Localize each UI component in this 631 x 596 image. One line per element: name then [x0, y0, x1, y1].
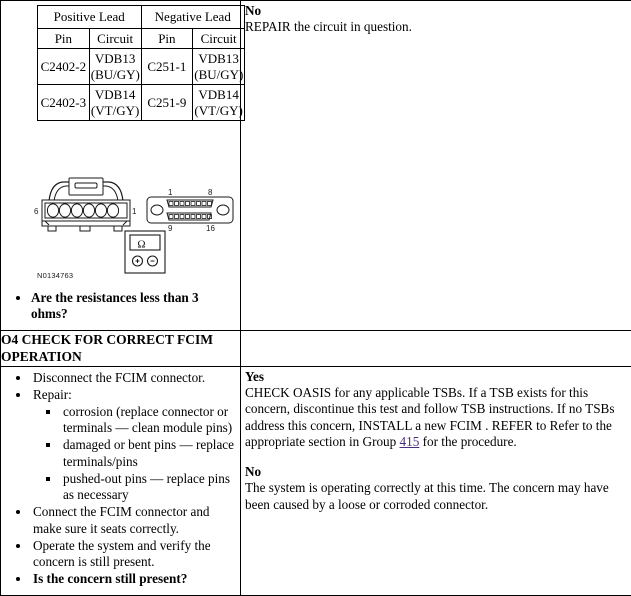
- repair-sub-corrosion: corrosion (replace connector or terminal…: [61, 404, 234, 436]
- positive-pin-header: Pin: [37, 27, 90, 49]
- cell-r0-c1: VDB13 (BU/GY): [88, 48, 142, 85]
- step-03-result-no-label: No: [245, 3, 262, 18]
- right-connector-icon: [146, 196, 234, 224]
- step-04-repair-sublist: corrosion (replace connector or terminal…: [33, 404, 234, 503]
- step-04-bullet-connect: Connect the FCIM connector and make sure…: [31, 504, 234, 536]
- step-04-question: Is the concern still present?: [31, 571, 234, 587]
- cell-r0-c2: C251-1: [140, 48, 194, 85]
- cell-r1-c2: C251-9: [140, 84, 194, 121]
- pin-table-sub-header-row: Pin Circuit Pin Circuit: [37, 27, 245, 49]
- negative-pin-header: Pin: [140, 27, 194, 49]
- step-04-yes-text-after: for the procedure.: [419, 434, 517, 450]
- cell-r1-c3: VDB14 (VT/GY): [192, 84, 245, 121]
- right-connector-pin1-label: 1: [168, 188, 173, 197]
- step-03-result-no-text: REPAIR the circuit in question.: [245, 19, 412, 35]
- step-04-steps: Disconnect the FCIM connector. Repair: c…: [1, 367, 240, 593]
- pin-reference-table-wrapper: Positive Lead Negative Lead Pin Circuit …: [1, 1, 245, 121]
- right-connector-pin16-label: 16: [206, 224, 215, 233]
- step-04-repair-label: Repair:: [33, 386, 72, 402]
- step-03-result-cell: No REPAIR the circuit in question.: [240, 0, 631, 332]
- repair-sub-bent-pins: damaged or bent pins — replace terminals…: [61, 437, 234, 469]
- step-04-header-spacer: [240, 330, 631, 367]
- cell-r1-c1: VDB14 (VT/GY): [88, 84, 142, 121]
- pin-reference-table: Positive Lead Negative Lead Pin Circuit …: [37, 5, 245, 121]
- right-connector-pin8-label: 8: [208, 188, 213, 197]
- left-connector-pin6-label: 6: [34, 207, 39, 216]
- step-03-question-list: Are the resistances less than 3 ohms?: [1, 290, 234, 322]
- cell-r0-c3: VDB13 (BU/GY): [192, 48, 245, 85]
- step-03-question-block: Are the resistances less than 3 ohms?: [1, 287, 240, 326]
- pin-table-row: C2402-3 VDB14 (VT/GY) C251-9 VDB14 (VT/G…: [37, 84, 245, 121]
- figure-id-label: N0134763: [37, 271, 74, 280]
- test-row-step-04-header: O4 CHECK FOR CORRECT FCIM OPERATION: [0, 330, 631, 367]
- step-04-result-yes-label: Yes: [245, 368, 265, 384]
- step-04-bullet-repair: Repair: corrosion (replace connector or …: [31, 387, 234, 503]
- ohmmeter-icon: [124, 230, 166, 274]
- left-connector-pin1-label: 1: [132, 207, 137, 216]
- right-connector-pin9-label: 9: [168, 224, 173, 233]
- step-04-header: O4 CHECK FOR CORRECT FCIM OPERATION: [0, 330, 241, 367]
- connector-diagram-svg: 6 1 1 8 9 16 Ω: [34, 177, 234, 274]
- pin-table-group-header-row: Positive Lead Negative Lead: [37, 5, 245, 29]
- cell-r1-c0: C2402-3: [37, 84, 90, 121]
- step-03-question: Are the resistances less than 3 ohms?: [31, 290, 234, 322]
- step-04-result-yes-text: CHECK OASIS for any applicable TSBs. If …: [245, 385, 625, 451]
- test-row-step-03: Positive Lead Negative Lead Pin Circuit …: [0, 0, 631, 332]
- step-04-results: Yes CHECK OASIS for any applicable TSBs.…: [241, 367, 631, 517]
- positive-lead-header: Positive Lead: [37, 5, 142, 29]
- cell-r0-c0: C2402-2: [37, 48, 90, 85]
- step-04-result-no-label: No: [245, 463, 262, 479]
- step-04-result-no-text: The system is operating correctly at thi…: [245, 480, 609, 512]
- step-04-result-cell: Yes CHECK OASIS for any applicable TSBs.…: [240, 365, 631, 596]
- left-connector-icon: [41, 177, 131, 232]
- negative-lead-header: Negative Lead: [140, 5, 245, 29]
- pinpoint-test-page: Positive Lead Negative Lead Pin Circuit …: [0, 0, 631, 596]
- step-03-result-no: No REPAIR the circuit in question.: [245, 3, 625, 36]
- step-04-result-no: No The system is operating correctly at …: [245, 464, 625, 513]
- step-03-procedure-cell: Positive Lead Negative Lead Pin Circuit …: [0, 0, 245, 332]
- step-04-bullet-disconnect: Disconnect the FCIM connector.: [31, 370, 234, 386]
- repair-sub-pushed-out-pins: pushed-out pins — replace pins as necess…: [61, 471, 234, 503]
- step-04-bullet-list: Disconnect the FCIM connector. Repair: c…: [1, 370, 234, 588]
- connector-illustration: 6 1 1 8 9 16 Ω N0134763: [1, 175, 240, 287]
- group-415-link[interactable]: 415: [400, 434, 420, 449]
- ohm-symbol-icon: Ω: [137, 239, 145, 251]
- positive-circuit-header: Circuit: [88, 27, 142, 49]
- negative-circuit-header: Circuit: [192, 27, 245, 49]
- step-04-procedure-cell: Disconnect the FCIM connector. Repair: c…: [0, 365, 241, 596]
- pinpoint-test-table: Positive Lead Negative Lead Pin Circuit …: [0, 0, 631, 596]
- step-04-result-yes: Yes CHECK OASIS for any applicable TSBs.…: [245, 369, 625, 451]
- step-04-bullet-operate: Operate the system and verify the concer…: [31, 538, 234, 570]
- step-03-results: No REPAIR the circuit in question.: [241, 1, 631, 40]
- test-row-step-04: Disconnect the FCIM connector. Repair: c…: [0, 365, 631, 596]
- pin-table-row: C2402-2 VDB13 (BU/GY) C251-1 VDB13 (BU/G…: [37, 48, 245, 85]
